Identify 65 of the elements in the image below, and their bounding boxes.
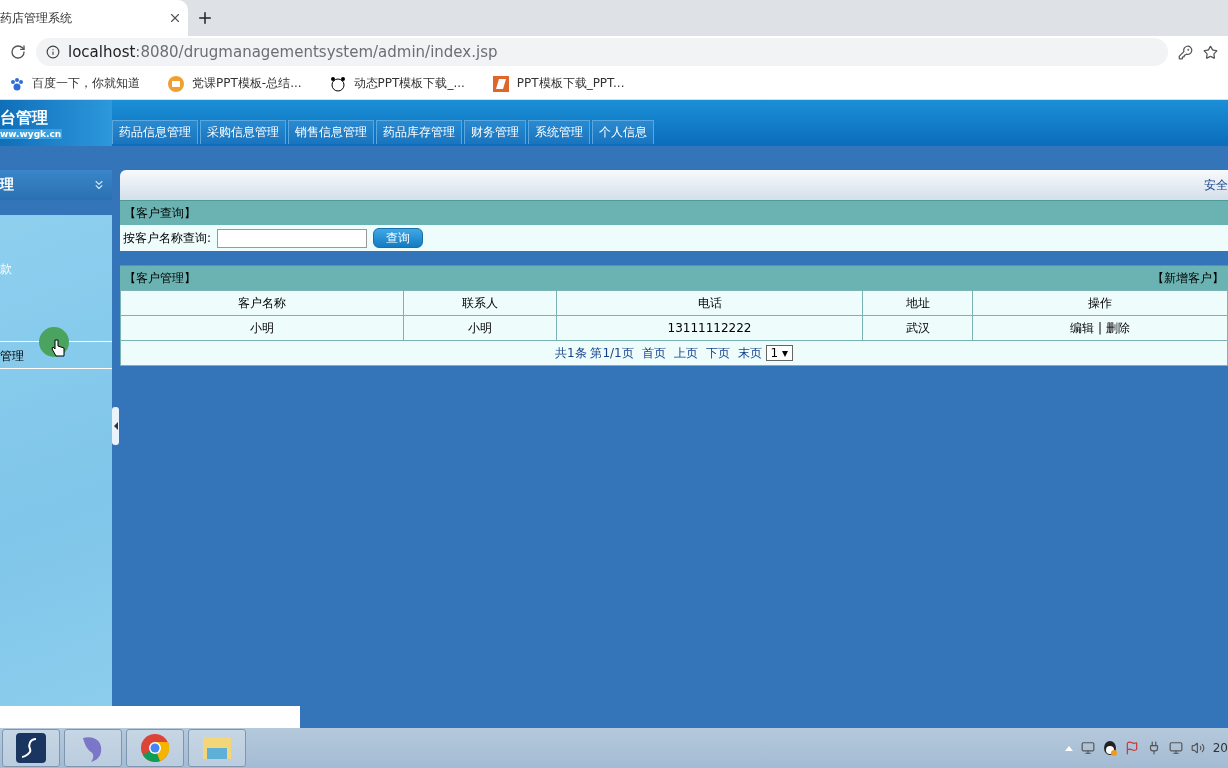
logo-url: ww.wygk.cn <box>0 128 62 139</box>
pager-link[interactable]: 上页 <box>673 345 698 360</box>
nav-tab[interactable]: 药品信息管理 <box>112 120 198 144</box>
star-icon[interactable] <box>1203 44 1218 60</box>
section-title: 【客户管理】 <box>124 269 196 287</box>
column-header: 电话 <box>556 290 863 316</box>
pager-link[interactable]: 下页 <box>705 345 730 360</box>
add-customer-link[interactable]: 【新增客户】 <box>1152 269 1224 287</box>
column-header: 联系人 <box>403 290 557 316</box>
key-icon[interactable] <box>1178 44 1193 60</box>
pager-link[interactable]: 首页 <box>641 345 666 360</box>
sidebar-title: 理 <box>0 176 14 194</box>
edit-link[interactable]: 编辑 <box>1070 320 1095 335</box>
bookmark-link[interactable]: 百度一下，你就知道 <box>32 75 140 92</box>
nav-tab[interactable]: 药品库存管理 <box>376 120 462 144</box>
separator: | <box>1097 320 1102 335</box>
collapse-icon[interactable] <box>92 178 106 192</box>
nav-tab[interactable]: 系统管理 <box>528 120 590 144</box>
hand-cursor-icon <box>51 339 65 357</box>
round-folder-icon <box>168 75 184 92</box>
page-icon <box>492 75 509 92</box>
page-select[interactable]: 1 ▾ <box>765 344 794 361</box>
sidebar-header[interactable]: 理 <box>0 170 112 200</box>
flag-icon[interactable] <box>1124 741 1139 755</box>
logo-title: 台管理 <box>0 107 49 129</box>
taskbar-button[interactable] <box>2 729 60 767</box>
top-bar-text: 安全 <box>1204 176 1228 194</box>
splitter-handle[interactable] <box>112 407 119 445</box>
column-header: 操作 <box>972 290 1228 316</box>
penguin-icon[interactable] <box>1102 740 1117 756</box>
pager-link[interactable]: 末页 <box>737 345 762 360</box>
info-icon <box>46 45 60 59</box>
reload-icon[interactable] <box>10 44 26 60</box>
clock: 20 <box>1212 741 1228 755</box>
table-cell: 武汉 <box>862 315 973 341</box>
bookmark-link[interactable]: 党课PPT模板-总结... <box>192 75 302 92</box>
monitor-icon[interactable] <box>1080 741 1095 755</box>
nav-tab[interactable]: 采购信息管理 <box>200 120 286 144</box>
panda-icon <box>329 75 346 92</box>
chrome-icon[interactable] <box>140 733 170 763</box>
left-arrow-icon <box>113 422 118 430</box>
bookmark-link[interactable]: 动态PPT模板下载_... <box>353 75 465 92</box>
delete-link[interactable]: 删除 <box>1105 320 1130 335</box>
tab-title: 药店管理系统 <box>0 9 72 27</box>
script-app-icon[interactable] <box>16 733 46 763</box>
nav-tab[interactable]: 销售信息管理 <box>288 120 374 144</box>
table-cell: 13111112222 <box>556 315 863 341</box>
browser-tab[interactable]: 药店管理系统 <box>0 0 188 36</box>
table-cell: 小明 <box>120 315 404 341</box>
new-tab-icon[interactable] <box>196 9 214 27</box>
column-header: 客户名称 <box>120 290 404 316</box>
search-label: 按客户名称查询: <box>123 229 212 247</box>
paw-icon <box>10 76 24 91</box>
close-icon[interactable] <box>168 11 182 25</box>
section-title: 【客户查询】 <box>124 204 196 222</box>
nav-tab[interactable]: 财务管理 <box>464 120 526 144</box>
record-count: 共1条 <box>554 345 587 360</box>
address-bar[interactable]: localhost:8080/drugmanagementsystem/admin/index.jsp <box>36 38 1168 66</box>
volume-icon[interactable] <box>1190 741 1205 755</box>
search-field[interactable] <box>217 228 368 248</box>
table-cell: 小明 <box>403 315 557 341</box>
column-header: 地址 <box>862 290 973 316</box>
page-indicator: 第1/1页 <box>590 345 634 360</box>
bookmark-link[interactable]: PPT模板下载_PPT... <box>516 75 625 92</box>
nav-tab[interactable]: 个人信息 <box>592 120 654 144</box>
